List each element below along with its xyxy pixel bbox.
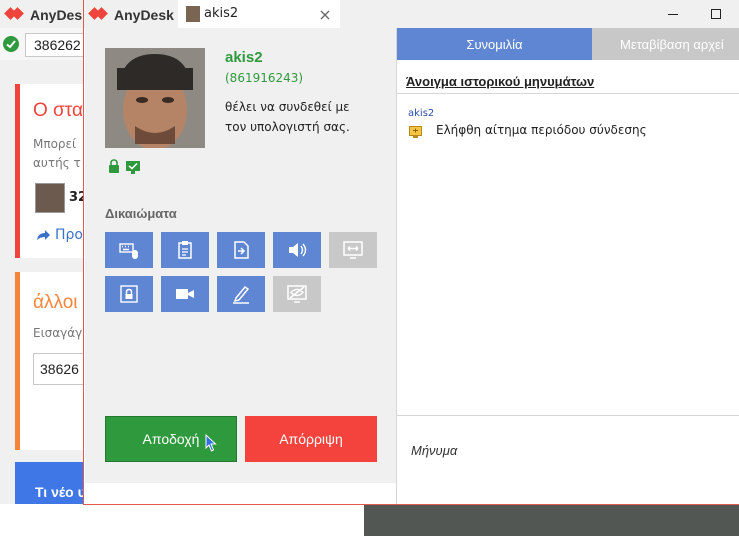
card-accent-bar: [15, 84, 20, 258]
card1-text-line2: αυτής τ: [33, 156, 81, 170]
bottom-strip: [0, 504, 364, 536]
permission-sound-button[interactable]: [273, 232, 321, 268]
accept-button[interactable]: Αποδοχή: [105, 416, 237, 462]
message-placeholder: Μήνυμα: [411, 443, 458, 458]
monitor-eye-off-icon: [287, 285, 307, 303]
remote-user-id: (861916243): [225, 71, 304, 85]
close-tab-icon[interactable]: [318, 7, 332, 21]
permission-keyboard-mouse-button[interactable]: [105, 232, 153, 268]
maximize-icon[interactable]: [708, 6, 724, 22]
request-panel: akis2 (861916243) θέλει να συνδεθεί με τ…: [85, 28, 396, 483]
permission-lock-button[interactable]: [105, 276, 153, 312]
lock-screen-icon: [120, 285, 138, 303]
speaker-icon: [289, 243, 307, 257]
request-text-line1: θέλει να συνδεθεί με: [225, 100, 350, 114]
tab-chat-label: Συνομιλία: [466, 36, 523, 52]
lock-icon: [108, 158, 120, 173]
incoming-connection-dialog: AnyDesk akis2 akis2 (861916243) θέλει να…: [84, 0, 739, 504]
bg-address-row: 386262: [0, 28, 86, 60]
message-input[interactable]: Μήνυμα: [397, 416, 739, 503]
clipboard-icon: [178, 241, 192, 259]
bg-remote-address-input[interactable]: 38626: [33, 353, 86, 385]
permission-clipboard-button[interactable]: [161, 232, 209, 268]
reject-label: Απόρριψη: [279, 431, 343, 447]
file-arrow-icon: [234, 241, 249, 259]
bg-card-own-desk: Ο στα Μπορεί αυτής τ 32 Προ: [15, 84, 87, 258]
open-history-link[interactable]: Άνοιγμα ιστορικού μηνυμάτων: [406, 74, 594, 89]
permission-draw-button[interactable]: [217, 276, 265, 312]
monitor-arrows-icon: [343, 241, 363, 259]
chat-sender: akis2: [408, 108, 435, 119]
keyboard-mouse-icon: [119, 243, 138, 259]
tab-chat[interactable]: Συνομιλία: [397, 28, 592, 60]
card2-text: Εισαγάγ: [33, 326, 83, 340]
card2-title: άλλοι: [33, 292, 78, 313]
chat-message: Ελήφθη αίτημα περιόδου σύνδεσης: [436, 123, 647, 137]
anydesk-logo-icon: [6, 8, 24, 22]
tab-avatar: [186, 6, 200, 22]
chat-panel: Συνομιλία Μεταβίβαση αρχεί Άνοιγμα ιστορ…: [397, 28, 739, 504]
tab-file-transfer-label: Μεταβίβαση αρχεί: [620, 37, 724, 52]
tab-akis2[interactable]: akis2: [178, 0, 340, 28]
mouse-cursor-icon: [205, 433, 217, 452]
request-text-line2: τον υπολογιστή σας.: [225, 120, 350, 134]
dialog-logo: AnyDesk: [90, 7, 174, 23]
bg-remote-address-value: 38626: [40, 361, 79, 377]
monitor-check-icon: [125, 159, 141, 174]
card1-link[interactable]: Προ: [55, 227, 83, 243]
anydesk-logo-icon: [90, 8, 108, 22]
bg-logo: AnyDesk: [6, 7, 90, 23]
bg-address-value: 386262: [34, 37, 81, 53]
tab-file-transfer[interactable]: Μεταβίβαση αρχεί: [592, 28, 739, 60]
permission-file-transfer-button[interactable]: [217, 232, 265, 268]
dialog-app-name: AnyDesk: [114, 7, 174, 23]
remote-user-name: akis2: [225, 49, 263, 66]
reject-button[interactable]: Απόρριψη: [245, 416, 377, 462]
session-request-icon: [409, 124, 422, 138]
connected-check-icon: [3, 36, 19, 52]
bg-address-input[interactable]: 386262: [25, 33, 86, 57]
card-accent-bar: [15, 272, 20, 450]
remote-user-avatar: [105, 48, 205, 148]
permission-privacy-button[interactable]: [273, 276, 321, 312]
bg-title-bar: AnyDesk: [0, 0, 90, 28]
permission-record-button[interactable]: [161, 276, 209, 312]
accept-label: Αποδοχή: [142, 431, 200, 447]
permissions-heading: Δικαιώματα: [105, 206, 177, 221]
dialog-title-bar: AnyDesk akis2: [84, 0, 739, 28]
bg-app-name: AnyDesk: [30, 7, 90, 23]
permission-switch-sides-button[interactable]: [329, 232, 377, 268]
pen-icon: [233, 285, 250, 304]
card1-text-line1: Μπορεί: [33, 137, 77, 151]
bg-card-remote-desk: άλλοι Εισαγάγ 38626: [15, 272, 86, 450]
share-arrow-icon: [35, 227, 51, 243]
desktop-background: [364, 504, 739, 536]
tab-label: akis2: [204, 6, 239, 21]
minimize-icon[interactable]: [665, 6, 681, 22]
own-avatar: [35, 183, 65, 213]
video-camera-icon: [176, 289, 194, 299]
history-divider: [397, 93, 739, 94]
card1-title: Ο στα: [33, 100, 84, 121]
